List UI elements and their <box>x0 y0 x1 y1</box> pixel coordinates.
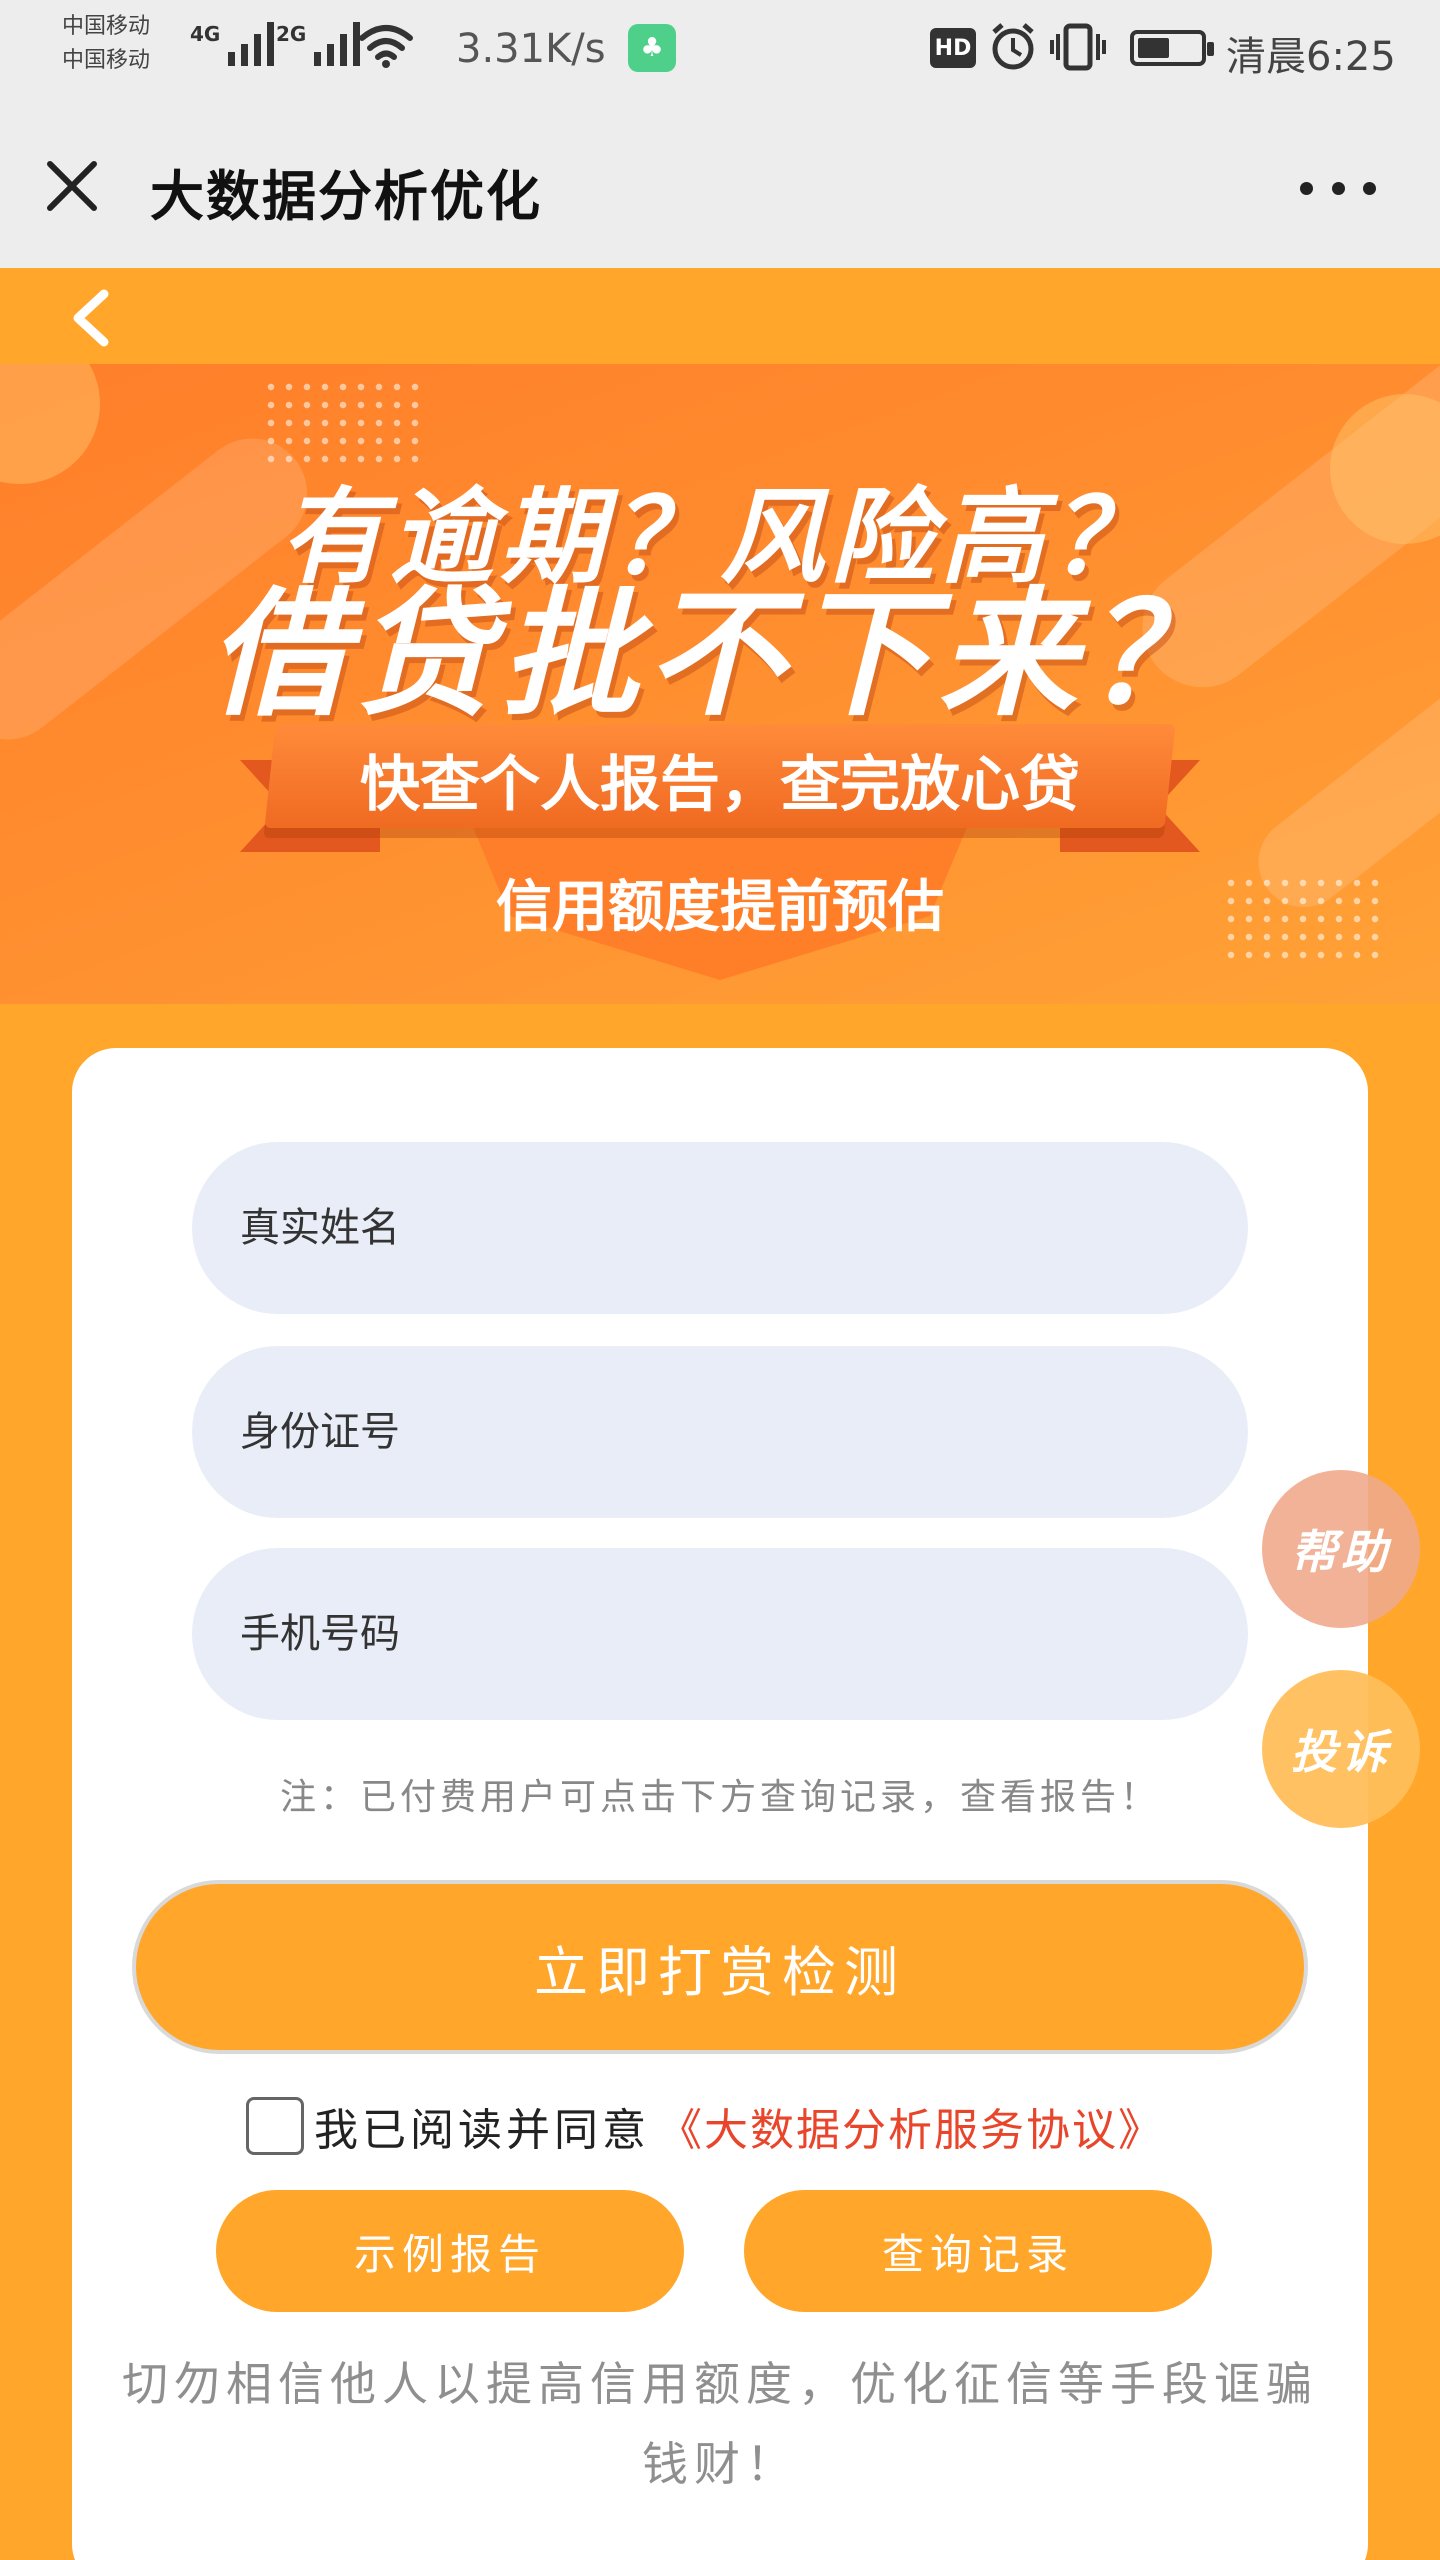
page-title: 大数据分析优化 <box>150 165 542 228</box>
id-number-input[interactable] <box>192 1346 1248 1518</box>
promo-banner: 有逾期？风险高？ 借贷批不下来？ 快查个人报告，查完放心贷 信用额度提前预估 <box>0 364 1440 1004</box>
wifi-icon <box>359 25 413 68</box>
banner-ribbon-text: 快查个人报告，查完放心贷 <box>360 750 1080 820</box>
app-icon: ♣ <box>628 24 676 72</box>
query-records-button[interactable]: 查询记录 <box>744 2190 1212 2312</box>
complain-button[interactable]: 投诉 <box>1262 1670 1420 1828</box>
close-icon[interactable] <box>44 158 100 214</box>
more-icon[interactable] <box>1300 180 1376 196</box>
paid-user-note: 注：已付费用户可点击下方查询记录，查看报告！ <box>279 1777 1160 1818</box>
help-button[interactable]: 帮助 <box>1262 1470 1420 1628</box>
network-type-1: 4G <box>190 22 221 46</box>
submit-button[interactable]: 立即打赏检测 <box>132 1880 1308 2054</box>
agree-text: 我已阅读并同意 <box>314 2105 650 2156</box>
service-agreement-link[interactable]: 《大数据分析服务协议》 <box>658 2094 1164 2158</box>
agree-checkbox[interactable] <box>246 2097 304 2155</box>
hd-icon: HD <box>930 28 976 68</box>
phone-input[interactable] <box>192 1548 1248 1720</box>
banner-subtitle: 信用额度提前预估 <box>496 875 944 940</box>
clock: 清晨6:25 <box>1226 34 1396 80</box>
network-speed: 3.31K/s <box>456 26 606 72</box>
carrier-info: 中国移动 中国移动 <box>62 10 150 78</box>
title-bar: 大数据分析优化 <box>0 100 1440 268</box>
vibrate-icon <box>1050 23 1106 71</box>
carrier-2: 中国移动 <box>62 48 151 73</box>
form-card: 注：已付费用户可点击下方查询记录，查看报告！ 立即打赏检测 我已阅读并同意 《大… <box>72 1048 1368 2560</box>
sample-report-button[interactable]: 示例报告 <box>216 2190 684 2312</box>
banner-headline-2: 借贷批不下来？ <box>208 574 1231 735</box>
network-type-2: 2G <box>276 22 307 46</box>
carrier-1: 中国移动 <box>62 14 151 39</box>
signal-icon: 4G <box>190 22 275 66</box>
battery-icon <box>1130 30 1214 66</box>
name-input[interactable] <box>192 1142 1248 1314</box>
status-bar: 中国移动 中国移动 4G 2G 3.31K/s ♣ HD 清晨6:25 <box>0 0 1440 100</box>
nav-bar <box>0 268 1440 364</box>
chevron-left-icon[interactable] <box>66 288 116 348</box>
agreement-row: 我已阅读并同意 《大数据分析服务协议》 <box>246 2094 1164 2158</box>
signal-icon-2: 2G <box>276 22 361 66</box>
alarm-icon <box>992 23 1034 70</box>
fraud-warning: 切勿相信他人以提高信用额度，优化征信等手段诓骗钱财！ <box>122 2357 1318 2491</box>
